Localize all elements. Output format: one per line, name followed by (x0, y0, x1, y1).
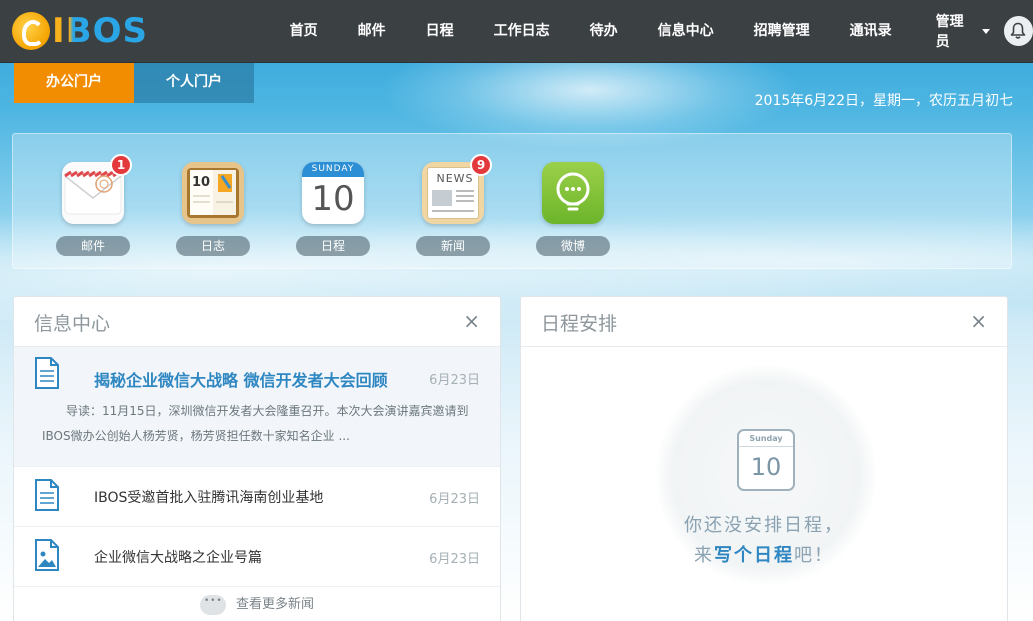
app-news[interactable]: NEWS 9 新闻 (415, 154, 492, 256)
news-item-title[interactable]: IBOS受邀首批入驻腾讯海南创业基地 (94, 487, 323, 507)
svg-text:10: 10 (192, 175, 210, 190)
close-icon[interactable]: × (970, 309, 987, 333)
chevron-down-icon (981, 28, 990, 34)
more-news-link[interactable]: 查看更多新闻 (14, 593, 500, 615)
admin-menu[interactable]: 管理员 (936, 11, 990, 51)
app-label-weibo: 微博 (536, 236, 610, 256)
document-icon (35, 357, 59, 389)
app-label-diary: 日志 (176, 236, 250, 256)
news-item[interactable]: 企业微信大战略之企业号篇 6月23日 (14, 527, 500, 587)
current-date: 2015年6月22日，星期一，农历五月初七 (754, 93, 1013, 109)
news-item-title[interactable]: 企业微信大战略之企业号篇 (94, 547, 262, 567)
logo-text: IBOS (52, 11, 148, 51)
nav-item-todo[interactable]: 待办 (590, 0, 618, 63)
more-news-label: 查看更多新闻 (235, 597, 314, 612)
app-label-calendar: 日程 (296, 236, 370, 256)
news-icon-text: NEWS (436, 172, 474, 185)
news-item-date: 6月23日 (429, 492, 480, 507)
logo-mark-icon (12, 12, 50, 50)
news-unread-badge: 9 (470, 154, 492, 176)
top-navbar: IBOS 首页 邮件 日程 工作日志 待办 信息中心 招聘管理 通讯录 管理员 (0, 0, 1033, 63)
news-item-date: 6月23日 (429, 552, 480, 567)
app-weibo[interactable]: 微博 (535, 162, 611, 256)
featured-news-date: 6月23日 (429, 373, 480, 388)
app-mail[interactable]: 1 邮件 (55, 154, 132, 256)
nav-item-contacts[interactable]: 通讯录 (850, 0, 892, 63)
empty-calendar-number: 10 (750, 453, 782, 481)
nav-item-info-center[interactable]: 信息中心 (658, 0, 714, 63)
news-icon: NEWS 9 (422, 154, 492, 224)
notification-button[interactable] (1003, 16, 1033, 46)
empty-calendar-header: Sunday (739, 431, 793, 447)
app-label-mail: 邮件 (56, 236, 130, 256)
empty-text-suffix: 吧！ (794, 545, 834, 566)
empty-state-line1: 你还没安排日程， (684, 515, 844, 536)
bell-icon (1010, 22, 1026, 39)
nav-item-worklog[interactable]: 工作日志 (494, 0, 550, 63)
schedule-panel: 日程安排 × Sunday 10 你还没安排日程， 来写个日程吧！ (520, 296, 1008, 621)
mail-unread-badge: 1 (110, 154, 132, 176)
panel-title: 日程安排 (541, 313, 618, 335)
portal-tabs: 办公门户 个人门户 (14, 63, 254, 103)
app-diary[interactable]: 10 日志 (175, 162, 251, 256)
empty-state-line2: 来写个日程吧！ (521, 541, 1007, 567)
mail-icon: 1 (62, 154, 132, 224)
tab-office-portal[interactable]: 办公门户 (14, 63, 134, 103)
logo[interactable]: IBOS (12, 0, 212, 63)
app-shortcut-bar: 1 邮件 10 日志 SUNDAY 10 日程 NEWS 9 新闻 微博 (12, 133, 1012, 269)
info-center-header: 信息中心 × (14, 297, 500, 347)
close-icon[interactable]: × (463, 309, 480, 333)
news-item-featured[interactable]: 揭秘企业微信大战略 微信开发者大会回顾 6月23日 导读：11月15日，深圳微信… (14, 347, 500, 467)
nav-item-home[interactable]: 首页 (290, 0, 318, 63)
featured-news-summary: 导读：11月15日，深圳微信开发者大会隆重召开。本次大会演讲嘉宾邀请到IBOS微… (42, 404, 469, 443)
app-calendar[interactable]: SUNDAY 10 日程 (295, 162, 371, 256)
calendar-icon: SUNDAY 10 (302, 162, 364, 224)
calendar-icon: Sunday 10 (737, 429, 795, 491)
calendar-icon-header: SUNDAY (302, 162, 364, 177)
weibo-icon (542, 162, 604, 224)
featured-news-title[interactable]: 揭秘企业微信大战略 微信开发者大会回顾 (94, 367, 388, 391)
main-nav: 首页 邮件 日程 工作日志 待办 信息中心 招聘管理 通讯录 管理员 (250, 0, 1033, 63)
diary-icon: 10 (182, 162, 244, 224)
tab-personal-portal[interactable]: 个人门户 (134, 63, 254, 103)
app-label-news: 新闻 (416, 236, 490, 256)
admin-label: 管理员 (935, 14, 964, 50)
image-document-icon (35, 539, 59, 571)
info-center-panel: 信息中心 × 揭秘企业微信大战略 微信开发者大会回顾 6月23日 导读：11月1… (13, 296, 501, 621)
calendar-icon-number: 10 (311, 179, 355, 219)
nav-item-calendar[interactable]: 日程 (426, 0, 454, 63)
nav-item-recruitment[interactable]: 招聘管理 (754, 0, 810, 63)
nav-item-mail[interactable]: 邮件 (358, 0, 386, 63)
document-icon (35, 479, 59, 511)
more-dots-icon (199, 594, 226, 615)
news-item[interactable]: IBOS受邀首批入驻腾讯海南创业基地 6月23日 (14, 467, 500, 527)
write-schedule-link[interactable]: 写个日程 (714, 545, 794, 566)
panel-title: 信息中心 (34, 313, 111, 335)
empty-text-prefix: 来 (694, 545, 714, 566)
schedule-header: 日程安排 × (521, 297, 1007, 347)
